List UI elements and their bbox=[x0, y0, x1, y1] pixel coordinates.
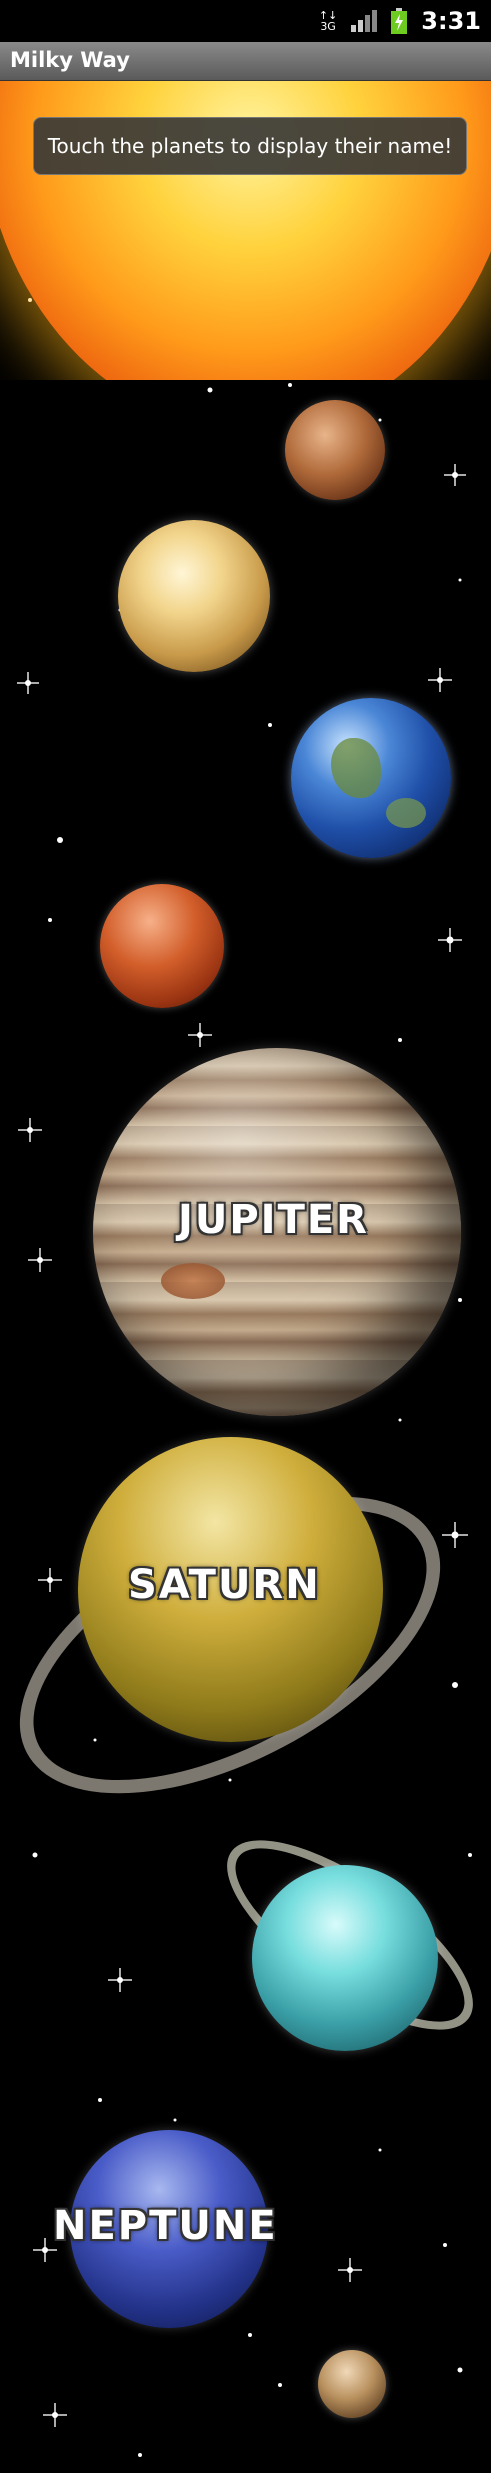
earth-continent bbox=[331, 738, 381, 798]
jupiter-label: JUPITER bbox=[178, 1197, 369, 1243]
status-bar: ↑↓ 3G 3:31 bbox=[0, 0, 491, 42]
network-indicator: ↑↓ 3G bbox=[318, 9, 338, 33]
pluto-planet[interactable] bbox=[318, 2350, 386, 2418]
app-title: Milky Way bbox=[10, 48, 130, 72]
clock: 3:31 bbox=[421, 7, 481, 35]
great-red-spot bbox=[161, 1263, 225, 1299]
battery-charging-icon bbox=[391, 8, 408, 34]
mars-planet[interactable] bbox=[100, 884, 224, 1008]
signal-icon bbox=[351, 10, 378, 32]
saturn-label: SATURN bbox=[128, 1562, 321, 1608]
uranus-planet[interactable] bbox=[252, 1865, 438, 2051]
app-title-bar: Milky Way bbox=[0, 42, 491, 81]
mercury-planet[interactable] bbox=[285, 400, 385, 500]
earth-planet[interactable] bbox=[291, 698, 451, 858]
earth-continent bbox=[386, 798, 426, 828]
toast-message: Touch the planets to display their name! bbox=[33, 117, 467, 175]
venus-planet[interactable] bbox=[118, 520, 270, 672]
neptune-label: NEPTUNE bbox=[53, 2203, 278, 2249]
